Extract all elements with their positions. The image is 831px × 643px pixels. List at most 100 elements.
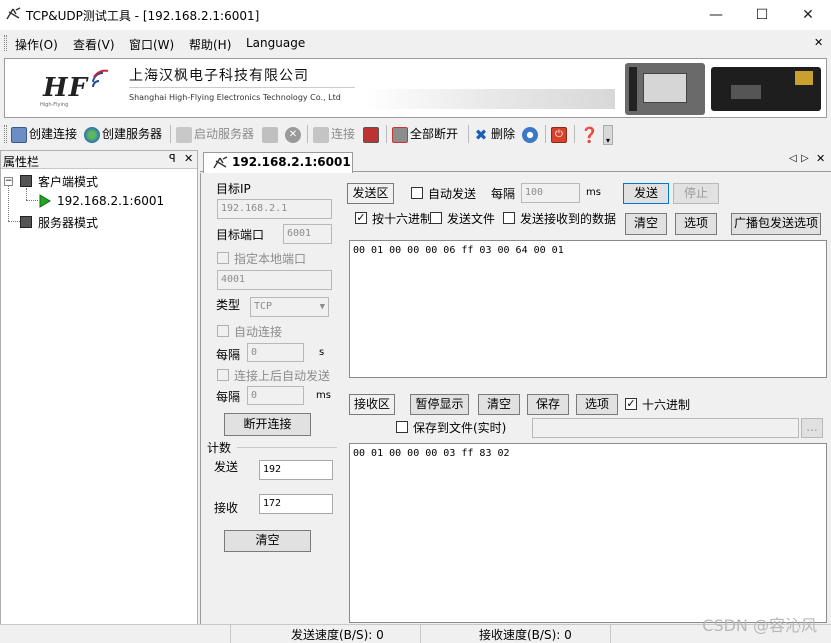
disconnect-all-label: 全部断开	[410, 127, 459, 141]
create-server-label: 创建服务器	[102, 127, 163, 141]
company-banner: HF High-Flying 上海汉枫电子科技有限公司 Shanghai Hig…	[4, 58, 827, 118]
settings-button[interactable]	[522, 124, 540, 144]
tab-prev-icon[interactable]: ◁	[789, 153, 797, 164]
menu-operate[interactable]: 操作(O)	[15, 36, 58, 53]
send-hex-checkbox[interactable]: ✓	[355, 212, 367, 224]
count-label: 计数	[207, 441, 232, 455]
minimize-button[interactable]: —	[693, 0, 739, 30]
recv-hex-label: 十六进制	[642, 398, 691, 412]
local-port-checkbox[interactable]	[217, 252, 229, 264]
send-clear-button[interactable]: 清空	[625, 213, 667, 235]
auto-connect-label: 自动连接	[234, 325, 283, 339]
send-count-field[interactable]: 192	[259, 460, 333, 480]
create-server-button[interactable]: 创建服务器	[84, 124, 162, 144]
tree-item-client-mode[interactable]: 客户端模式	[38, 173, 98, 190]
toolbar-overflow-chevron-icon[interactable]: ▾	[603, 125, 613, 145]
power-button[interactable]: ⏻	[551, 124, 569, 144]
browse-button[interactable]: ...	[801, 418, 823, 438]
pause-display-button[interactable]: 暂停显示	[410, 394, 469, 415]
disconnect-all-button[interactable]: 全部断开	[392, 124, 458, 144]
create-connection-button[interactable]: 创建连接	[11, 124, 77, 144]
send-button[interactable]: 发送	[623, 183, 669, 204]
tree-connector	[8, 186, 9, 221]
menu-grip[interactable]	[4, 35, 7, 51]
server-mode-icon	[20, 216, 32, 228]
client-mode-icon	[20, 175, 32, 187]
target-ip-field[interactable]: 192.168.2.1	[217, 199, 332, 219]
type-select[interactable]: TCP ▼	[250, 297, 329, 317]
disconnect-connection-button[interactable]: 断开连接	[224, 413, 311, 436]
save-file-path-field[interactable]	[532, 418, 799, 438]
disconnect-all-icon	[392, 126, 408, 143]
disconnect-button[interactable]	[363, 124, 381, 144]
stop-server-icon	[262, 126, 278, 143]
send-interval-field[interactable]: 100	[521, 183, 580, 203]
start-server-label: 启动服务器	[194, 127, 255, 141]
auto-connect-interval-field[interactable]: 0	[247, 343, 304, 362]
broadcast-options-button[interactable]: 广播包发送选项	[731, 213, 821, 235]
tab-strip: 192.168.2.1:6001 ◁ ▷ ✕	[200, 150, 831, 173]
auto-send-after-connect-checkbox[interactable]	[217, 369, 229, 381]
module-label	[643, 73, 687, 103]
send-received-checkbox[interactable]	[503, 212, 515, 224]
send-options-button[interactable]: 选项	[675, 213, 717, 235]
connection-view: 目标IP 192.168.2.1 目标端口 6001 指定本地端口 4001 类…	[200, 173, 831, 625]
recv-count-field[interactable]: 172	[259, 494, 333, 514]
menu-help[interactable]: 帮助(H)	[189, 36, 231, 53]
hf-logo: HF High-Flying	[35, 67, 109, 111]
toolbar: 创建连接 创建服务器 启动服务器 ✕ 连接 全部断开 ✖ 删除 ⏻ ❓ ▾	[0, 121, 831, 147]
recv-hex-checkbox[interactable]: ✓	[625, 398, 637, 410]
maximize-button[interactable]: ☐	[739, 0, 785, 30]
send-file-label: 发送文件	[447, 212, 496, 226]
type-label: 类型	[216, 298, 241, 312]
mdi-close-icon[interactable]: ✕	[814, 36, 823, 49]
tree-item-server-mode[interactable]: 服务器模式	[38, 214, 98, 231]
status-divider	[610, 625, 611, 643]
connect-button[interactable]: 连接	[313, 124, 355, 144]
tree-item-connection[interactable]: 192.168.2.1:6001	[57, 194, 164, 208]
collapse-toggle-icon[interactable]: −	[4, 177, 13, 186]
board-photo	[711, 67, 821, 111]
target-port-field[interactable]: 6001	[283, 224, 332, 244]
recv-clear-button[interactable]: 清空	[478, 394, 520, 415]
menu-bar: 操作(O) 查看(V) 窗口(W) 帮助(H) Language ✕	[0, 30, 831, 56]
tree-connector	[26, 188, 27, 200]
toolbar-grip[interactable]	[4, 125, 7, 143]
menu-window[interactable]: 窗口(W)	[129, 36, 174, 53]
clear-count-button[interactable]: 清空	[224, 530, 311, 552]
board-chip	[731, 85, 761, 99]
tree-connector	[8, 221, 20, 222]
delete-button[interactable]: ✖ 删除	[473, 124, 515, 144]
save-to-file-checkbox[interactable]	[396, 421, 408, 433]
auto-send-interval-unit: ms	[316, 390, 331, 401]
local-port-field[interactable]: 4001	[217, 270, 332, 290]
about-icon: ❓	[580, 125, 599, 144]
send-textarea[interactable]: 00 01 00 00 00 06 ff 03 00 64 00 01	[349, 240, 827, 378]
recv-options-button[interactable]: 选项	[576, 394, 618, 415]
connect-label: 连接	[331, 127, 356, 141]
send-interval-label: 每隔	[491, 187, 516, 201]
menu-language[interactable]: Language	[246, 36, 305, 50]
send-file-checkbox[interactable]	[430, 212, 442, 224]
power-icon: ⏻	[551, 126, 567, 143]
cancel-button[interactable]: ✕	[285, 124, 303, 144]
tab-close-icon[interactable]: ✕	[816, 152, 825, 165]
stop-button[interactable]: 停止	[673, 183, 719, 204]
auto-send-interval-field[interactable]: 0	[247, 386, 304, 405]
start-server-button[interactable]: 启动服务器	[176, 124, 254, 144]
save-button[interactable]: 保存	[527, 394, 569, 415]
auto-send-checkbox[interactable]	[411, 187, 423, 199]
panel-close-icon[interactable]: ✕	[184, 152, 193, 165]
menu-view[interactable]: 查看(V)	[73, 36, 115, 53]
close-window-button[interactable]: ✕	[785, 0, 831, 30]
tab-connection[interactable]: 192.168.2.1:6001	[203, 152, 353, 173]
board-connector	[795, 71, 813, 85]
stop-server-button[interactable]	[262, 124, 280, 144]
pin-icon[interactable]: ꟼ	[169, 152, 176, 165]
connect-icon	[313, 126, 329, 143]
auto-connect-interval-label: 每隔	[216, 348, 241, 362]
tab-next-icon[interactable]: ▷	[801, 153, 809, 164]
about-button[interactable]: ❓	[580, 124, 599, 144]
auto-connect-checkbox[interactable]	[217, 325, 229, 337]
company-name-en: Shanghai High-Flying Electronics Technol…	[129, 93, 341, 102]
